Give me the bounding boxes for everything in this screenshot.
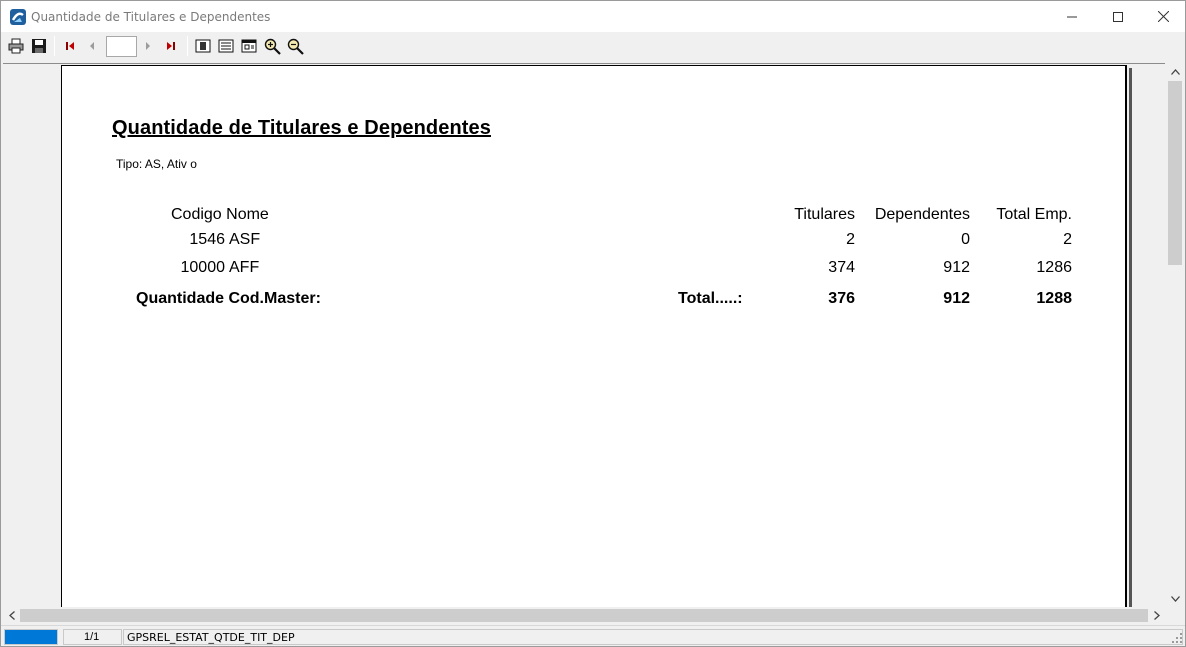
title-bar: Quantidade de Titulares e Dependentes: [1, 1, 1185, 32]
horizontal-scrollbar[interactable]: [3, 607, 1165, 624]
totals-total-label: Total.....:: [678, 290, 743, 307]
status-bar: 1/1 GPSREL_ESTAT_QTDE_TIT_DEP: [1, 625, 1185, 646]
next-page-button[interactable]: [138, 37, 158, 55]
row-1-codigo: 1546: [189, 231, 225, 248]
last-page-icon: [167, 42, 175, 50]
status-page-indicator: 1/1: [63, 629, 122, 645]
vertical-scrollbar[interactable]: [1165, 63, 1185, 607]
print-icon: [8, 38, 24, 54]
report-preview-window: Quantidade de Titulares e Dependentes Qu…: [0, 0, 1186, 647]
last-page-button[interactable]: [161, 37, 181, 55]
scroll-left-button[interactable]: [3, 607, 20, 624]
page-width-icon: [218, 39, 234, 53]
vertical-scroll-thumb[interactable]: [1168, 81, 1182, 265]
page-number-input[interactable]: [106, 36, 137, 57]
report-page: Quantidade de Titulares e Dependentes Ti…: [61, 65, 1127, 607]
totals-dependentes: 912: [943, 290, 970, 307]
scrollbar-corner: [1165, 607, 1185, 624]
resize-grip-icon[interactable]: [1171, 632, 1183, 644]
whole-page-button[interactable]: [193, 37, 213, 55]
next-page-icon: [146, 42, 150, 50]
app-logo-icon: [10, 9, 26, 25]
zoom-out-icon: [287, 38, 304, 55]
close-button[interactable]: [1140, 1, 1185, 32]
minimize-icon: [1067, 16, 1077, 17]
hundred-percent-icon: [241, 39, 257, 53]
first-page-button[interactable]: [60, 37, 80, 55]
column-header-titulares: Titulares: [794, 206, 855, 223]
totals-label: Quantidade Cod.Master:: [136, 290, 321, 307]
report-viewport[interactable]: Quantidade de Titulares e Dependentes Ti…: [3, 63, 1165, 607]
row-2-dependentes: 912: [943, 259, 970, 276]
row-2-nome: AFF: [229, 259, 260, 276]
row-2-codigo: 10000: [180, 259, 226, 276]
prev-page-icon: [90, 42, 94, 50]
progress-bar: [4, 629, 58, 645]
progress-fill: [5, 630, 57, 644]
first-page-icon: [66, 42, 74, 50]
minimize-button[interactable]: [1049, 1, 1095, 32]
scroll-up-button[interactable]: [1165, 63, 1185, 80]
column-header-codigo-nome: Codigo Nome: [171, 206, 269, 223]
row-1-dependentes: 0: [961, 231, 970, 248]
totals-total: 1288: [1036, 290, 1072, 307]
row-1-total: 2: [1063, 231, 1072, 248]
scroll-down-button[interactable]: [1165, 590, 1185, 607]
row-1-titulares: 2: [846, 231, 855, 248]
window-title: Quantidade de Titulares e Dependentes: [31, 10, 271, 24]
page-shadow: [1129, 68, 1132, 607]
save-icon: [32, 39, 46, 53]
close-icon: [1157, 11, 1169, 22]
row-2-titulares: 374: [828, 259, 855, 276]
toolbar-separator: [54, 36, 55, 56]
scroll-right-button[interactable]: [1148, 607, 1165, 624]
save-button[interactable]: [29, 37, 49, 55]
maximize-button[interactable]: [1095, 1, 1141, 32]
zoom-in-button[interactable]: [262, 37, 282, 55]
chevron-left-icon: [8, 611, 15, 620]
toolbar-separator: [187, 36, 188, 56]
maximize-icon: [1113, 11, 1123, 22]
report-title: Quantidade de Titulares e Dependentes: [112, 117, 491, 139]
print-button[interactable]: [6, 37, 26, 55]
toolbar: [1, 32, 1185, 61]
chevron-up-icon: [1170, 68, 1180, 75]
report-subtitle: Tipo: AS, Ativ o: [116, 157, 197, 171]
hundred-percent-button[interactable]: [239, 37, 259, 55]
whole-page-icon: [195, 39, 211, 53]
column-header-dependentes: Dependentes: [874, 206, 970, 223]
page-width-button[interactable]: [216, 37, 236, 55]
row-1-nome: ASF: [229, 231, 261, 248]
chevron-right-icon: [1153, 611, 1160, 620]
column-header-total: Total Emp.: [996, 206, 1072, 223]
row-2-total: 1286: [1036, 259, 1072, 276]
prev-page-button[interactable]: [82, 37, 102, 55]
zoom-out-button[interactable]: [285, 37, 305, 55]
status-report-name: GPSREL_ESTAT_QTDE_TIT_DEP: [123, 629, 1183, 645]
chevron-down-icon: [1170, 595, 1180, 602]
totals-titulares: 376: [828, 290, 855, 307]
zoom-in-icon: [264, 38, 281, 55]
horizontal-scroll-thumb[interactable]: [20, 609, 1148, 622]
